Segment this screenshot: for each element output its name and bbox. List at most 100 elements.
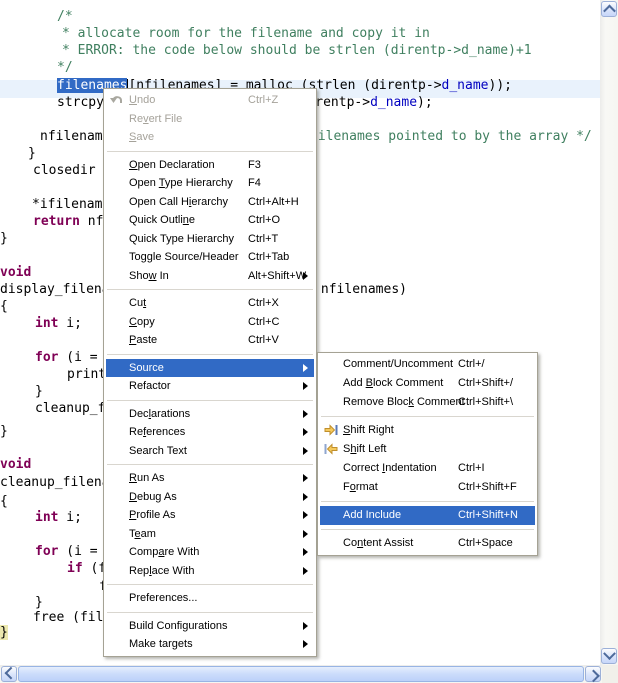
menu-item-label: References xyxy=(129,426,185,438)
code-token: if xyxy=(67,561,83,576)
menu-separator xyxy=(107,584,313,585)
menu-separator xyxy=(321,529,534,530)
menu-item-open-call-hierarchy[interactable]: Open Call HierarchyCtrl+Alt+H xyxy=(106,193,314,212)
menu-item-undo[interactable]: UndoCtrl+Z xyxy=(106,91,314,110)
scroll-left-button[interactable] xyxy=(1,666,17,682)
menu-item-team[interactable]: Team xyxy=(106,525,314,544)
menu-item-add-block-comment[interactable]: Add Block CommentCtrl+Shift+/ xyxy=(320,374,535,393)
code-token: * ERROR: the code below should be strlen… xyxy=(62,43,532,58)
menu-item-shortcut: Ctrl+V xyxy=(248,331,279,350)
menu-item-save[interactable]: Save xyxy=(106,128,314,147)
code-line: } xyxy=(0,423,8,440)
submenu-arrow-icon xyxy=(303,548,308,556)
menu-item-open-type-hierarchy[interactable]: Open Type HierarchyF4 xyxy=(106,174,314,193)
menu-item-quick-type-hierarchy[interactable]: Quick Type HierarchyCtrl+T xyxy=(106,230,314,249)
menu-item-copy[interactable]: CopyCtrl+C xyxy=(106,313,314,332)
menu-item-label: Profile As xyxy=(129,509,175,521)
submenu-arrow-icon xyxy=(303,474,308,482)
menu-item-references[interactable]: References xyxy=(106,423,314,442)
menu-item-shortcut: Alt+Shift+W xyxy=(248,267,306,286)
menu-item-label: Quick Outline xyxy=(129,214,195,226)
code-line: */ xyxy=(57,59,73,76)
submenu-arrow-icon xyxy=(303,447,308,455)
menu-item-content-assist[interactable]: Content AssistCtrl+Space xyxy=(320,534,535,553)
menu-item-shortcut: Ctrl+Space xyxy=(458,534,513,553)
scroll-right-button[interactable] xyxy=(585,666,601,682)
code-line: /* xyxy=(57,8,73,25)
menu-item-label: Show In xyxy=(129,270,169,282)
menu-item-shift-right[interactable]: Shift Right xyxy=(320,421,535,440)
menu-item-label: Declarations xyxy=(129,408,190,420)
menu-item-compare-with[interactable]: Compare With xyxy=(106,543,314,562)
menu-item-toggle-source-header[interactable]: Toggle Source/HeaderCtrl+Tab xyxy=(106,248,314,267)
horizontal-scrollbar[interactable] xyxy=(0,665,602,683)
menu-item-add-include[interactable]: Add Include Ctrl+Shift+N xyxy=(320,506,535,525)
menu-item-cut[interactable]: CutCtrl+X xyxy=(106,294,314,313)
menu-item-label: Refactor xyxy=(129,380,171,392)
menu-separator xyxy=(107,400,313,401)
menu-item-revert-file[interactable]: Revert File xyxy=(106,110,314,129)
menu-item-shift-left[interactable]: Shift Left xyxy=(320,440,535,459)
code-token: for xyxy=(35,544,58,559)
code-token: } xyxy=(35,595,43,610)
menu-item-label: Source xyxy=(129,362,164,374)
menu-item-shortcut: Ctrl+Shift+F xyxy=(458,478,517,497)
chevron-down-icon xyxy=(603,647,616,660)
menu-item-label: Format xyxy=(343,481,378,493)
code-token: int xyxy=(35,510,58,525)
menu-item-show-in[interactable]: Show In Alt+Shift+W xyxy=(106,267,314,286)
menu-item-shortcut: Ctrl+O xyxy=(248,211,280,230)
code-line: int i; xyxy=(35,315,82,332)
vertical-scrollbar[interactable] xyxy=(600,0,618,665)
menu-item-label: Correct Indentation xyxy=(343,462,437,474)
menu-item-shortcut: Ctrl+Tab xyxy=(248,248,289,267)
horizontal-scroll-thumb[interactable] xyxy=(18,666,584,682)
scroll-down-button[interactable] xyxy=(601,648,617,664)
menu-item-replace-with[interactable]: Replace With xyxy=(106,562,314,581)
menu-item-label: Search Text xyxy=(129,445,187,457)
code-token: d_name xyxy=(370,95,417,110)
code-token: ); xyxy=(417,95,433,110)
menu-item-shortcut: Ctrl+Shift+N xyxy=(458,506,518,525)
code-line: void xyxy=(0,264,31,281)
menu-item-comment-uncomment[interactable]: Comment/UncommentCtrl+/ xyxy=(320,355,535,374)
menu-item-remove-block-comment[interactable]: Remove Block CommentCtrl+Shift+\ xyxy=(320,393,535,412)
undo-icon xyxy=(109,92,125,108)
menu-item-format[interactable]: Format Ctrl+Shift+F xyxy=(320,478,535,497)
code-line: } xyxy=(0,230,8,247)
code-token: void xyxy=(0,265,31,280)
menu-item-declarations[interactable]: Declarations xyxy=(106,405,314,424)
menu-item-refactor[interactable]: Refactor xyxy=(106,377,314,396)
menu-item-label: Open Call Hierarchy xyxy=(129,196,228,208)
submenu-arrow-icon xyxy=(303,493,308,501)
menu-item-profile-as[interactable]: Profile As xyxy=(106,506,314,525)
chevron-left-icon xyxy=(4,666,17,679)
menu-item-correct-indentation[interactable]: Correct IndentationCtrl+I xyxy=(320,459,535,478)
menu-item-label: Build Configurations xyxy=(129,620,227,632)
menu-item-quick-outline[interactable]: Quick Outline Ctrl+O xyxy=(106,211,314,230)
code-token: i; xyxy=(58,510,81,525)
shift-left-icon xyxy=(323,441,339,457)
code-token: void xyxy=(0,457,31,472)
code-line: filenames pointed to by the array */ xyxy=(310,128,592,145)
menu-item-label: Shift Right xyxy=(343,424,394,436)
menu-separator xyxy=(107,151,313,152)
submenu-arrow-icon xyxy=(303,622,308,630)
menu-item-shortcut: F3 xyxy=(248,156,261,175)
menu-item-shortcut: Ctrl+C xyxy=(248,313,279,332)
menu-item-debug-as[interactable]: Debug As xyxy=(106,488,314,507)
menu-item-paste[interactable]: PasteCtrl+V xyxy=(106,331,314,350)
menu-item-run-as[interactable]: Run As xyxy=(106,469,314,488)
scroll-up-button[interactable] xyxy=(601,1,617,17)
menu-item-label: Add Include xyxy=(343,509,401,521)
menu-item-open-declaration[interactable]: Open DeclarationF3 xyxy=(106,156,314,175)
menu-item-preferences[interactable]: Preferences... xyxy=(106,589,314,608)
code-token: d_name xyxy=(442,78,489,93)
scrollbar-corner xyxy=(602,665,618,683)
menu-item-shortcut: Ctrl+X xyxy=(248,294,279,313)
menu-item-search-text[interactable]: Search Text xyxy=(106,442,314,461)
code-line: } xyxy=(0,624,8,641)
menu-item-build-configurations[interactable]: Build Configurations xyxy=(106,617,314,636)
menu-item-source[interactable]: Source xyxy=(106,359,314,378)
menu-item-make-targets[interactable]: Make targets xyxy=(106,635,314,654)
